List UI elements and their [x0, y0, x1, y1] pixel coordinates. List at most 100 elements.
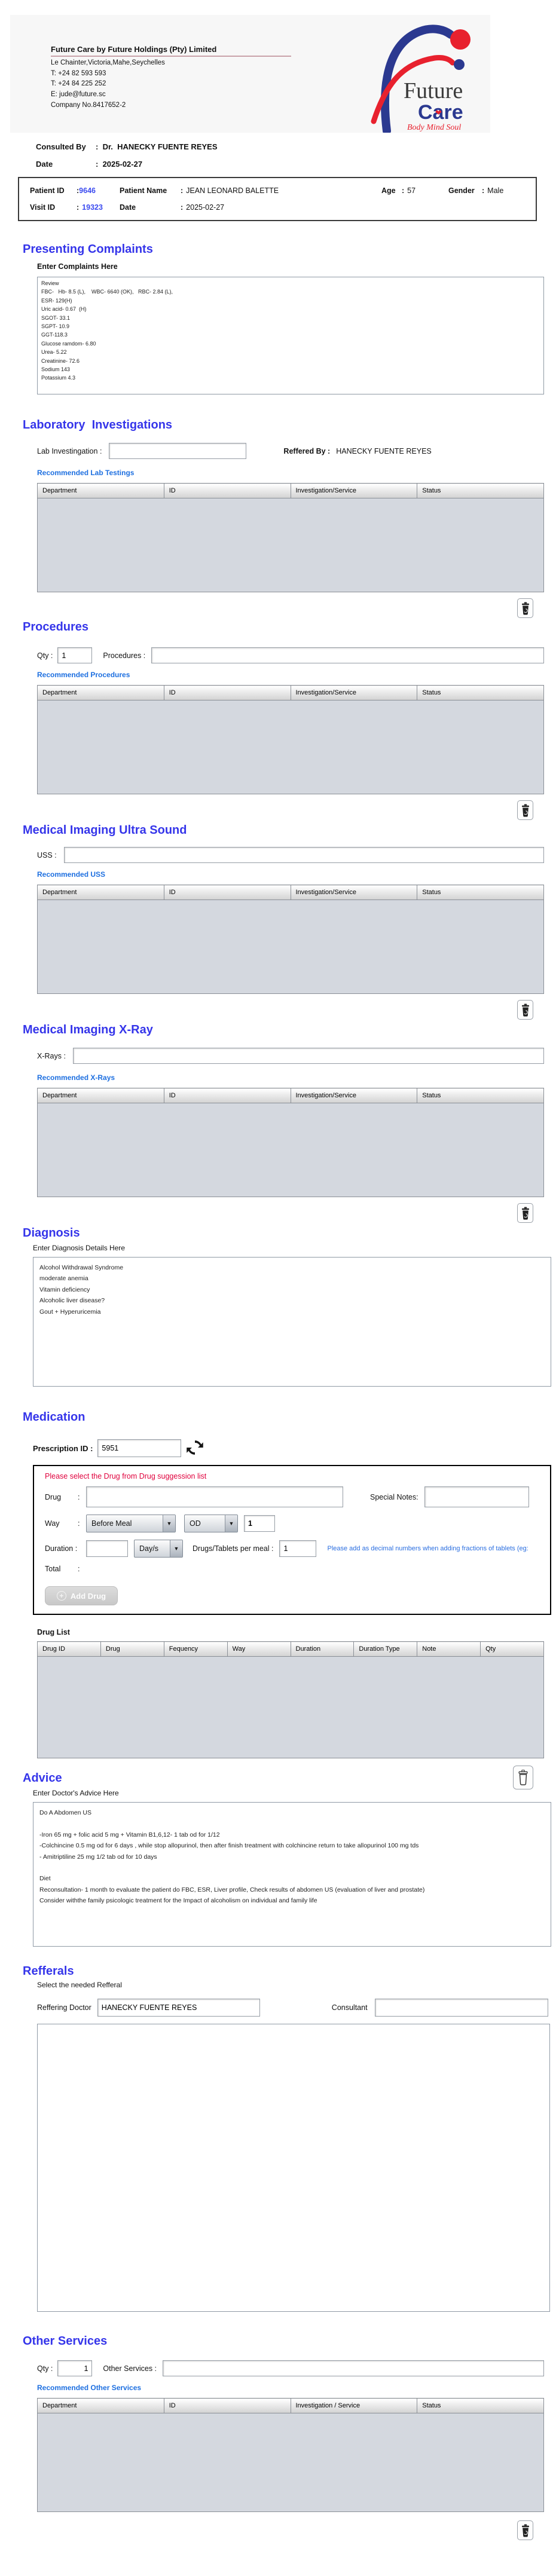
procedures-col-investigation[interactable]: Investigation/Service [291, 686, 417, 700]
reffered-by-value: HANECKY FUENTE REYES [336, 447, 432, 455]
lab-delete-button[interactable] [517, 598, 533, 618]
prescription-id-input[interactable] [97, 1439, 181, 1457]
special-notes-input[interactable] [424, 1486, 529, 1507]
procedures-col-department[interactable]: Department [38, 686, 164, 700]
uss-delete-button[interactable] [517, 1000, 533, 1020]
logo-swoosh-icon: Future Care ❤ Body Mind Soul [368, 16, 490, 133]
other-col-department[interactable]: Department [38, 2398, 164, 2413]
drug-col-note[interactable]: Note [417, 1642, 481, 1657]
enter-advice-label: Enter Doctor's Advice Here [33, 1789, 556, 1797]
procedures-col-status[interactable]: Status [417, 686, 544, 700]
procedures-input[interactable] [151, 647, 544, 663]
lab-col-status[interactable]: Status [417, 484, 544, 498]
way-select[interactable]: Before Meal ▼ [86, 1515, 176, 1532]
medication-heading: Medication [23, 1411, 556, 1424]
uss-col-investigation[interactable]: Investigation/Service [291, 885, 417, 900]
per-meal-input[interactable] [279, 1540, 316, 1557]
age-label: Age [381, 186, 402, 195]
duration-input[interactable] [86, 1540, 128, 1557]
trash-icon [520, 601, 531, 616]
duration-label: Duration : [45, 1544, 86, 1553]
uss-input[interactable] [64, 847, 544, 863]
ultrasound-heading: Medical Imaging Ultra Sound [23, 824, 556, 837]
uss-col-id[interactable]: ID [164, 885, 291, 900]
add-drug-button[interactable]: + Add Drug [45, 1586, 118, 1605]
drug-input[interactable] [86, 1486, 343, 1507]
xrays-input[interactable] [73, 1048, 544, 1064]
drug-col-qty[interactable]: Qty [481, 1642, 544, 1657]
reffered-by-label: Reffered By : [283, 447, 330, 455]
complaints-textarea[interactable]: Review FBC- Hb- 8.5 (L), WBC- 6640 (OK),… [37, 277, 544, 394]
drug-list-delete-button[interactable] [513, 1766, 533, 1789]
company-email: E: jude@future.sc [51, 90, 291, 99]
trash-icon [520, 1003, 531, 1017]
gender-label: Gender [448, 186, 482, 195]
uss-col-status[interactable]: Status [417, 885, 544, 900]
other-col-status[interactable]: Status [417, 2398, 544, 2413]
procedures-delete-button[interactable] [517, 800, 533, 820]
lab-investigation-input[interactable] [109, 443, 246, 459]
presenting-complaints-heading: Presenting Complaints [23, 243, 556, 256]
other-services-qty-label: Qty : [37, 2364, 53, 2373]
procedures-heading: Procedures [23, 620, 556, 634]
advice-textarea[interactable]: Do A Abdomen US -Iron 65 mg + folic acid… [33, 1802, 551, 1947]
other-col-investigation[interactable]: Investigation / Service [291, 2398, 417, 2413]
recommended-lab-testings-link[interactable]: Recommended Lab Testings [37, 469, 556, 477]
xray-col-department[interactable]: Department [38, 1088, 164, 1103]
lab-col-department[interactable]: Department [38, 484, 164, 498]
per-meal-label: Drugs/Tablets per meal : [193, 1544, 273, 1553]
xray-col-id[interactable]: ID [164, 1088, 291, 1103]
consulted-by-line: Consulted By: Dr. HANECKY FUENTE REYES [36, 142, 556, 151]
recommended-uss-link[interactable]: Recommended USS [37, 870, 556, 879]
frequency-select[interactable]: OD ▼ [184, 1515, 238, 1532]
drug-col-frequency[interactable]: Fequency [164, 1642, 227, 1657]
prescription-id-label: Prescription ID : [33, 1444, 93, 1453]
other-services-heading: Other Services [23, 2335, 556, 2348]
drug-col-drug[interactable]: Drug [100, 1642, 164, 1657]
refresh-prescription-button[interactable] [186, 1439, 204, 1458]
duration-type-select[interactable]: Day/s ▼ [134, 1540, 183, 1558]
other-services-table: Department ID Investigation / Service St… [37, 2398, 544, 2512]
xray-delete-button[interactable] [517, 1203, 533, 1223]
diagnosis-textarea[interactable]: Alcohol Withdrawal Syndrome moderate ane… [33, 1257, 551, 1387]
uss-col-department[interactable]: Department [38, 885, 164, 900]
recommended-procedures-link[interactable]: Recommended Procedures [37, 671, 556, 679]
lab-col-investigation[interactable]: Investigation/Service [291, 484, 417, 498]
drug-col-duration-type[interactable]: Duration Type [354, 1642, 417, 1657]
visit-id-label: Visit ID [30, 203, 77, 212]
xray-col-investigation[interactable]: Investigation/Service [291, 1088, 417, 1103]
consultant-input[interactable] [375, 1999, 548, 2017]
other-services-qty-input[interactable] [57, 2360, 92, 2376]
uss-label: USS : [37, 851, 57, 859]
referral-list-box[interactable] [37, 2024, 550, 2312]
drug-col-way[interactable]: Way [227, 1642, 291, 1657]
way-label: Way [45, 1519, 78, 1528]
drug-list-table: Drug ID Drug Fequency Way Duration Durat… [37, 1641, 544, 1758]
other-services-delete-button[interactable] [517, 2520, 533, 2540]
procedures-col-id[interactable]: ID [164, 686, 291, 700]
recommended-other-services-link[interactable]: Recommended Other Services [37, 2384, 556, 2392]
recommended-xrays-link[interactable]: Recommended X-Rays [37, 1073, 556, 1082]
lab-col-id[interactable]: ID [164, 484, 291, 498]
referring-doctor-input[interactable] [97, 1999, 260, 2017]
drug-list-empty-area [38, 1657, 544, 1758]
consultant-label: Consultant [332, 2003, 368, 2012]
chevron-down-icon: ▼ [225, 1515, 237, 1532]
lab-investigation-label: Lab Investingation : [37, 447, 102, 455]
drug-col-id[interactable]: Drug ID [38, 1642, 101, 1657]
gender-value: Male [487, 186, 503, 195]
company-phone-2: T: +24 84 225 252 [51, 79, 291, 88]
other-services-input[interactable] [163, 2360, 544, 2376]
company-address: Le Chainter,Victoria,Mahe,Seychelles [51, 59, 291, 68]
drug-col-duration[interactable]: Duration [291, 1642, 354, 1657]
procedures-label: Procedures : [103, 651, 145, 660]
trash-icon [520, 1206, 531, 1220]
xray-col-status[interactable]: Status [417, 1088, 544, 1103]
other-services-label: Other Services : [103, 2364, 157, 2373]
procedures-table: Department ID Investigation/Service Stat… [37, 685, 544, 794]
other-col-id[interactable]: ID [164, 2398, 291, 2413]
diagnosis-heading: Diagnosis [23, 1226, 556, 1240]
enter-diagnosis-label: Enter Diagnosis Details Here [33, 1244, 556, 1252]
procedures-qty-input[interactable] [57, 647, 92, 663]
frequency-qty-input[interactable] [244, 1515, 275, 1532]
